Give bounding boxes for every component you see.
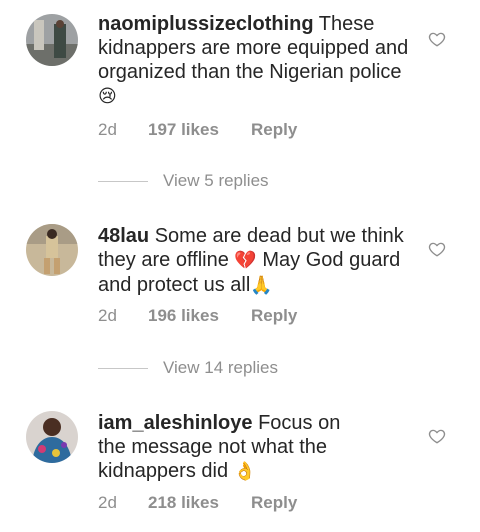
folded-hands-emoji: 🙏 [250, 275, 273, 296]
replies-divider [98, 367, 148, 369]
comment-meta: 2d 196 likes Reply [98, 306, 297, 326]
ok-hand-emoji: 👌 [233, 461, 257, 482]
comment-timestamp: 2d [98, 306, 117, 325]
heart-outline-icon[interactable] [428, 30, 446, 48]
comment-meta: 2d 218 likes Reply [98, 493, 297, 513]
comment-username[interactable]: naomiplussizeclothing [98, 13, 314, 35]
view-replies-label: View 5 replies [163, 171, 269, 190]
comment-meta: 2d 197 likes Reply [98, 120, 297, 140]
comment-username[interactable]: iam_aleshinloye [98, 412, 253, 434]
comment-timestamp: 2d [98, 493, 117, 512]
likes-count[interactable]: 196 likes [148, 306, 251, 326]
heart-outline-icon[interactable] [428, 240, 446, 258]
replies-divider [98, 180, 148, 182]
avatar[interactable] [26, 411, 78, 463]
comment-username[interactable]: 48lau [98, 225, 149, 247]
view-replies-link[interactable]: View 5 replies [98, 171, 269, 191]
avatar[interactable] [26, 14, 78, 66]
reply-button[interactable]: Reply [251, 493, 297, 512]
broken-heart-emoji: 💔 [234, 250, 257, 271]
view-replies-link[interactable]: View 14 replies [98, 358, 278, 378]
likes-count[interactable]: 218 likes [148, 493, 251, 513]
comment-text: iam_aleshinloye Focus on the message not… [98, 411, 368, 484]
heart-outline-icon[interactable] [428, 427, 446, 445]
comment-text: naomiplussizeclothing These kidnappers a… [98, 12, 416, 109]
crying-face-emoji: 😢 [98, 86, 117, 107]
comment-timestamp: 2d [98, 120, 117, 139]
comment-text: 48lau Some are dead but we think they ar… [98, 224, 416, 298]
reply-button[interactable]: Reply [251, 306, 297, 325]
view-replies-label: View 14 replies [163, 358, 278, 377]
avatar[interactable] [26, 224, 78, 276]
reply-button[interactable]: Reply [251, 120, 297, 139]
likes-count[interactable]: 197 likes [148, 120, 251, 140]
